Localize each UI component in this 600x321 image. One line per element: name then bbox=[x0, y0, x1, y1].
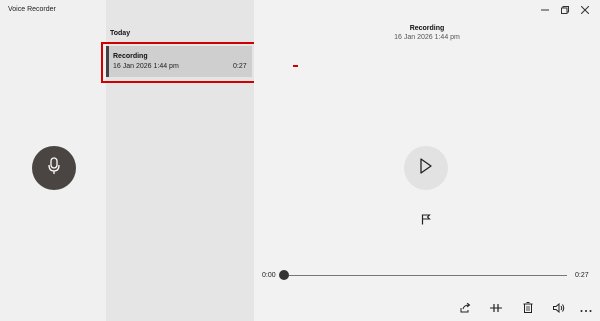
playback-position: 0:00 bbox=[262, 272, 276, 279]
play-icon bbox=[419, 157, 433, 179]
share-icon bbox=[460, 300, 471, 318]
close-icon bbox=[580, 5, 590, 16]
detail-date: 16 Jan 2026 1:44 pm bbox=[394, 34, 460, 41]
trim-button[interactable] bbox=[489, 302, 503, 316]
trim-icon bbox=[490, 300, 502, 318]
share-button[interactable] bbox=[458, 302, 472, 316]
volume-icon bbox=[553, 300, 565, 318]
selection-highlight-box bbox=[101, 42, 258, 83]
playback-duration: 0:27 bbox=[575, 272, 589, 279]
add-marker-button[interactable] bbox=[420, 212, 432, 230]
more-options-button[interactable] bbox=[579, 302, 593, 316]
flag-icon bbox=[421, 212, 431, 230]
volume-button[interactable] bbox=[552, 302, 566, 316]
delete-button[interactable] bbox=[521, 302, 535, 316]
delete-icon bbox=[523, 300, 533, 318]
maximize-icon bbox=[561, 6, 569, 16]
app-title: Voice Recorder bbox=[8, 6, 56, 13]
detail-title: Recording bbox=[409, 25, 445, 32]
list-group-header: Today bbox=[110, 30, 131, 37]
record-button[interactable] bbox=[32, 146, 76, 190]
minimize-button[interactable] bbox=[536, 4, 554, 18]
play-button[interactable] bbox=[404, 146, 448, 190]
maximize-button[interactable] bbox=[556, 4, 574, 18]
seek-thumb[interactable] bbox=[279, 270, 289, 280]
close-button[interactable] bbox=[576, 4, 594, 18]
microphone-icon bbox=[46, 156, 62, 180]
minimize-icon bbox=[541, 6, 549, 16]
marker-indicator bbox=[293, 65, 298, 67]
seek-bar[interactable] bbox=[282, 275, 567, 276]
more-icon bbox=[580, 300, 592, 318]
